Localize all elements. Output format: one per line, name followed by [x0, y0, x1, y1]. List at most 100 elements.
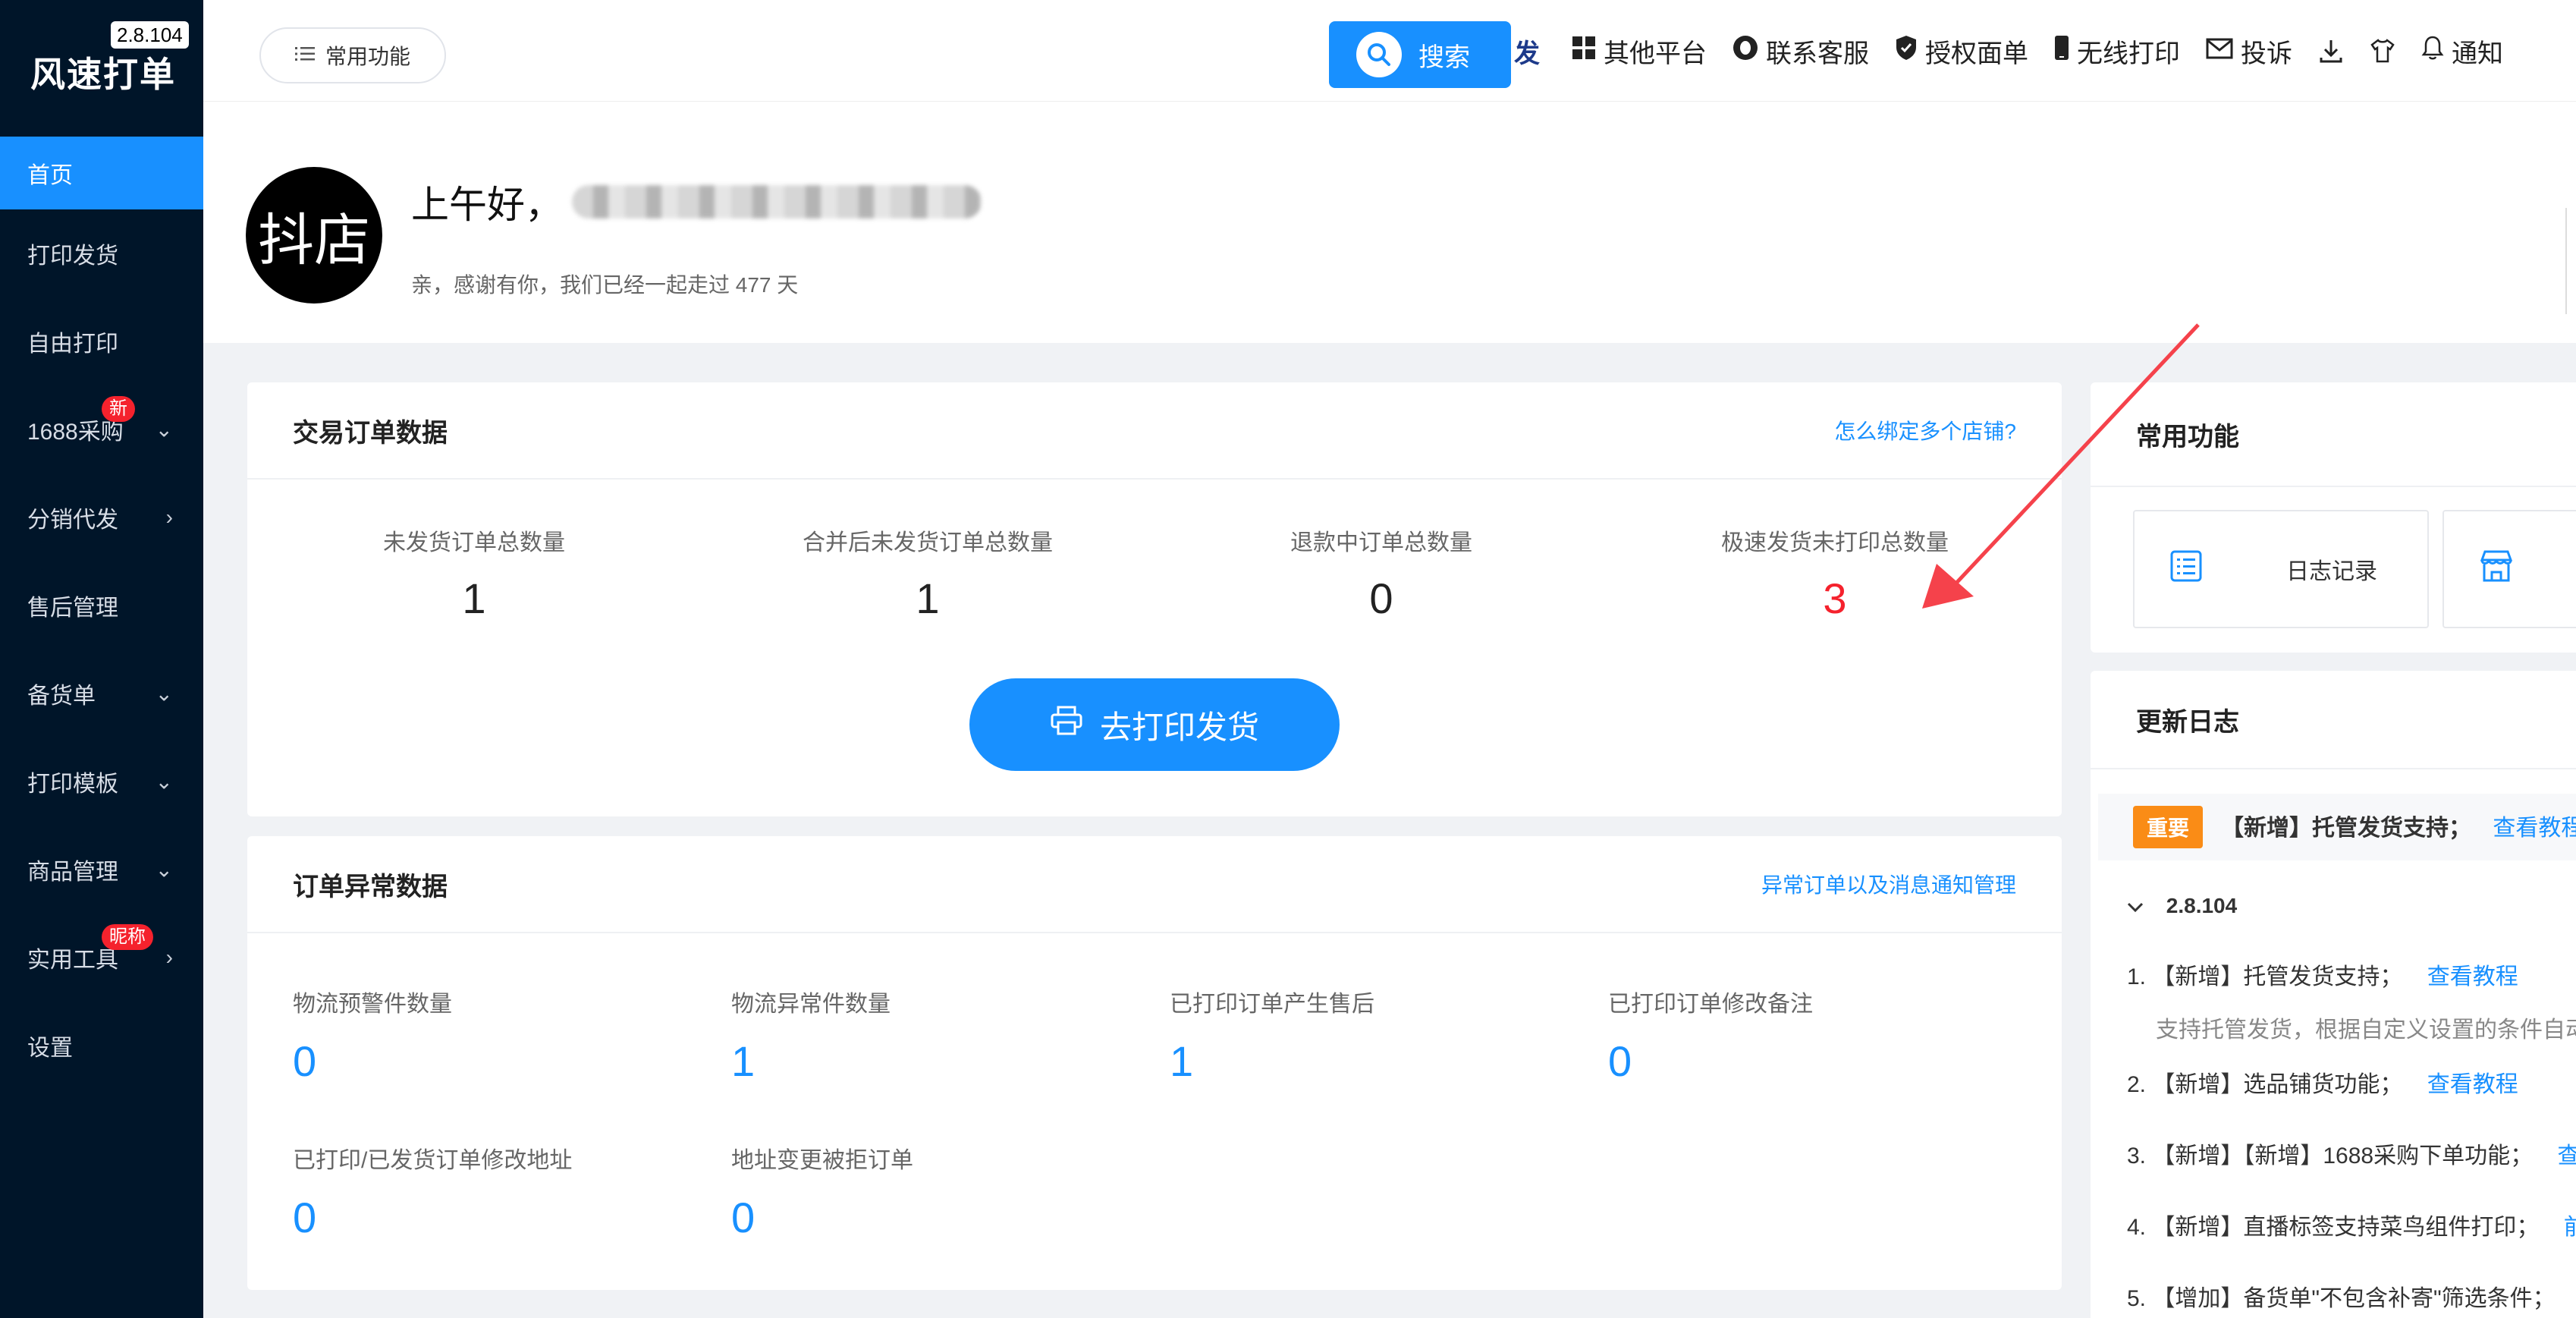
- qq-icon: [1733, 35, 1758, 68]
- log-entry-text: 4. 【新增】直播标签支持菜鸟组件打印；: [2127, 1215, 2540, 1240]
- common-functions-label: 常用功能: [325, 45, 410, 68]
- stat-value: 0: [293, 1194, 317, 1241]
- top-link-authorize-waybill[interactable]: 授权面单: [1895, 33, 2028, 70]
- sidebar-item-1688-purchase[interactable]: 1688采购 新 ⌄: [0, 385, 203, 473]
- stat-printed-after-sales[interactable]: 已打印订单产生售后 1: [1170, 985, 1594, 1086]
- stat-value: 3: [1823, 574, 1847, 622]
- stat-value: 1: [916, 574, 940, 622]
- stat-value: 0: [1608, 1037, 1632, 1085]
- sidebar-item-print-template[interactable]: 打印模板 ⌄: [0, 738, 203, 826]
- avatar: 抖店: [246, 167, 382, 304]
- grid-icon: [1572, 36, 1596, 67]
- top-link-label: 联系客服: [1766, 39, 1869, 68]
- stat-logistics-abnormal[interactable]: 物流异常件数量 1: [731, 985, 1156, 1086]
- common-functions-card: 常用功能 日志记录: [2091, 382, 2576, 653]
- log-entry: 3. 【新增】【新增】1688采购下单功能； 查看: [2127, 1137, 2576, 1170]
- stat-value: 1: [462, 574, 486, 622]
- highlight-tutorial-link[interactable]: 查看教程: [2493, 816, 2576, 841]
- stat-label: 退款中订单总数量: [1290, 530, 1472, 555]
- sidebar-item-product-manage[interactable]: 商品管理 ⌄: [0, 826, 203, 914]
- bind-multiple-shops-link[interactable]: 怎么绑定多个店铺?: [1834, 415, 2016, 445]
- blurred-username: [572, 185, 982, 219]
- top-link-notice[interactable]: 通知: [2421, 33, 2503, 70]
- search-button[interactable]: 搜索: [1329, 21, 1511, 88]
- top-link-partial[interactable]: 发: [1514, 33, 1540, 70]
- log-entry-link[interactable]: 查看教程: [2427, 1072, 2518, 1097]
- greeting-panel: 抖店 上午好， 亲，感谢有你，我们已经一起走过 477 天: [203, 102, 2576, 343]
- stat-label: 已打印订单产生售后: [1170, 992, 1374, 1017]
- stat-printed-remark-changed[interactable]: 已打印订单修改备注 0: [1608, 985, 2033, 1086]
- sidebar-item-label: 打印发货: [27, 244, 118, 269]
- top-link-other-platforms[interactable]: 其他平台: [1572, 33, 1707, 70]
- sidebar-item-tools[interactable]: 实用工具 昵称 ›: [0, 914, 203, 1002]
- log-entry-text: 3. 【新增】【新增】1688采购下单功能；: [2127, 1143, 2534, 1169]
- chevron-right-icon: ›: [165, 505, 173, 529]
- shield-icon: [1895, 35, 1918, 68]
- stat-value: 1: [1170, 1037, 1194, 1085]
- version-toggle[interactable]: 2.8.104: [2127, 894, 2237, 918]
- log-entry-link[interactable]: 前: [2564, 1215, 2576, 1240]
- app-logo: 风速打单 2.8.104: [0, 0, 203, 137]
- stat-label: 已打印/已发货订单修改地址: [293, 1148, 573, 1173]
- side-tab-strip[interactable]: [2565, 208, 2576, 314]
- top-link-complaint[interactable]: 投诉: [2206, 33, 2292, 70]
- sidebar-item-label: 分销代发: [27, 508, 118, 533]
- common-functions-button[interactable]: 常用功能: [259, 27, 446, 83]
- abnormal-notice-manage-link[interactable]: 异常订单以及消息通知管理: [1761, 869, 2016, 899]
- download-icon[interactable]: [2318, 38, 2344, 64]
- stat-value: 0: [293, 1037, 317, 1085]
- log-entry-link[interactable]: 查看: [2557, 1143, 2576, 1169]
- update-log-card: 更新日志 重要 【新增】托管发货支持； 查看教程 2.8.104 1. 【新增】托…: [2091, 671, 2576, 1318]
- sidebar-item-home[interactable]: 首页: [0, 137, 203, 209]
- stat-address-change-rejected[interactable]: 地址变更被拒订单 0: [731, 1141, 1156, 1242]
- log-list-icon: [2169, 549, 2203, 589]
- sidebar: 风速打单 2.8.104 首页 打印发货 自由打印 1688采购 新 ⌄ 分销代…: [0, 0, 203, 1318]
- stat-label: 合并后未发货订单总数量: [803, 530, 1053, 555]
- bell-icon: [2421, 35, 2444, 68]
- sidebar-item-label: 设置: [27, 1036, 73, 1061]
- sidebar-item-label: 备货单: [27, 684, 96, 709]
- sidebar-item-distribution[interactable]: 分销代发 ›: [0, 473, 203, 561]
- go-print-ship-button[interactable]: 去打印发货: [969, 678, 1340, 771]
- chevron-down-icon: [2127, 894, 2150, 917]
- sidebar-item-print-ship[interactable]: 打印发货: [0, 209, 203, 297]
- sidebar-item-settings[interactable]: 设置: [0, 1002, 203, 1090]
- stat-value: 1: [731, 1037, 756, 1085]
- function-log-record[interactable]: 日志记录: [2133, 510, 2429, 628]
- stat-merged-unshipped[interactable]: 合并后未发货订单总数量 1: [701, 524, 1154, 623]
- sidebar-item-label: 商品管理: [27, 860, 118, 885]
- top-link-wireless-print[interactable]: 无线打印: [2054, 33, 2180, 70]
- stat-unshipped[interactable]: 未发货订单总数量 1: [247, 524, 701, 623]
- card-header: 订单异常数据 异常订单以及消息通知管理: [247, 836, 2062, 933]
- app-name: 风速打单: [30, 55, 176, 94]
- mail-icon: [2206, 36, 2233, 66]
- chevron-right-icon: ›: [165, 945, 173, 969]
- shirt-icon[interactable]: [2370, 38, 2395, 64]
- top-link-contact-support[interactable]: 联系客服: [1733, 33, 1869, 70]
- chevron-down-icon: ⌄: [155, 681, 173, 706]
- greeting-subtitle: 亲，感谢有你，我们已经一起走过 477 天: [411, 273, 799, 297]
- nickname-badge: 昵称: [102, 924, 153, 950]
- stat-label: 地址变更被拒订单: [731, 1148, 913, 1173]
- sidebar-item-after-sales[interactable]: 售后管理: [0, 561, 203, 650]
- stat-refunding[interactable]: 退款中订单总数量 0: [1154, 524, 1608, 623]
- order-stats: 未发货订单总数量 1 合并后未发货订单总数量 1 退款中订单总数量 0 极速发货…: [247, 524, 2062, 623]
- order-data-card: 交易订单数据 怎么绑定多个店铺? 未发货订单总数量 1 合并后未发货订单总数量 …: [247, 382, 2062, 816]
- card-title: 更新日志: [2091, 671, 2576, 769]
- chevron-down-icon: ⌄: [155, 417, 173, 442]
- go-print-ship-label: 去打印发货: [1099, 709, 1259, 745]
- log-entry-link[interactable]: 查看教程: [2427, 964, 2518, 989]
- sidebar-item-stock-list[interactable]: 备货单 ⌄: [0, 650, 203, 738]
- stat-value: 0: [731, 1194, 756, 1241]
- store-icon: [2479, 549, 2514, 589]
- stat-address-changed[interactable]: 已打印/已发货订单修改地址 0: [293, 1141, 718, 1242]
- stat-logistics-warning[interactable]: 物流预警件数量 0: [293, 985, 718, 1086]
- phone-icon: [2054, 35, 2069, 68]
- search-label: 搜索: [1418, 42, 1470, 72]
- list-icon: [294, 43, 315, 68]
- top-link-label: 投诉: [2241, 39, 2292, 68]
- stat-express-unprinted[interactable]: 极速发货未打印总数量 3: [1608, 524, 2062, 623]
- log-entry: 2. 【新增】选品铺货功能； 查看教程: [2127, 1065, 2518, 1099]
- function-store[interactable]: [2442, 510, 2576, 628]
- sidebar-item-free-print[interactable]: 自由打印: [0, 297, 203, 385]
